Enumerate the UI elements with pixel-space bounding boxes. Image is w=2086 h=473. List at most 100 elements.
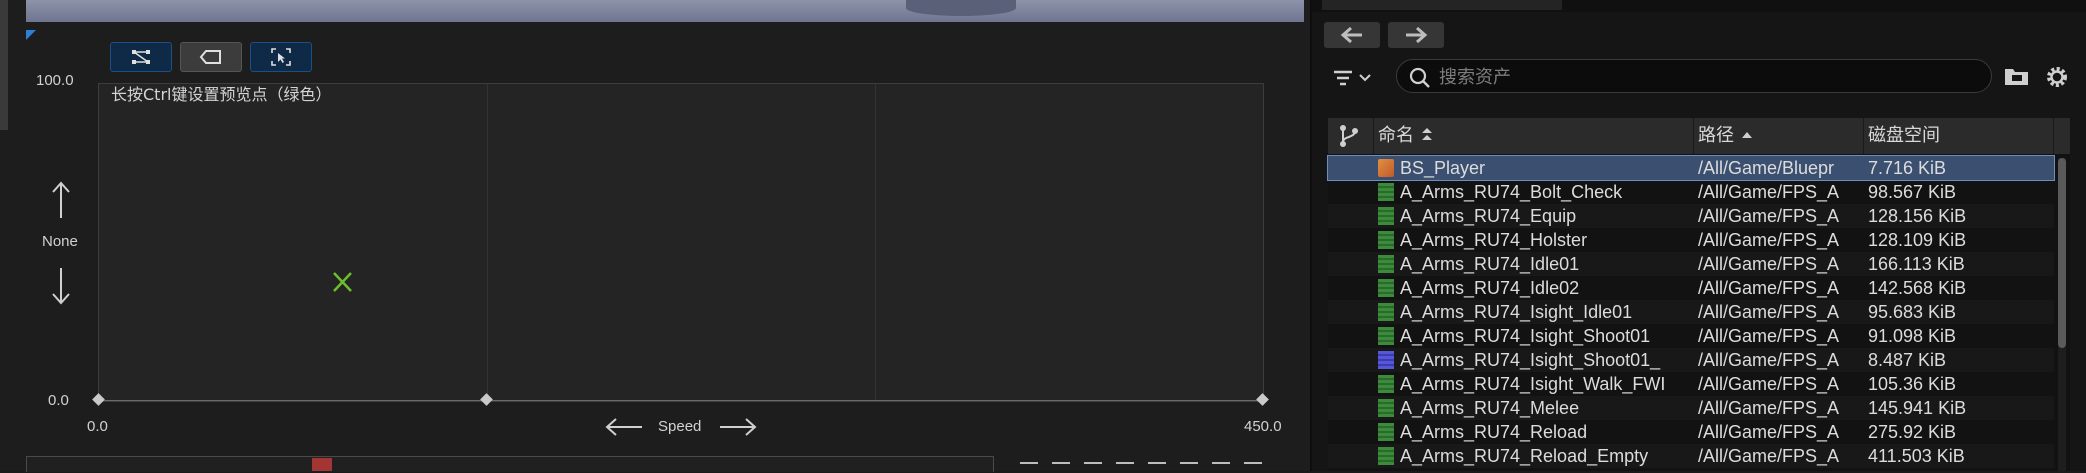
- asset-path: /All/Game/FPS_A: [1698, 398, 1840, 418]
- table-row[interactable]: A_Arms_RU74_Equip/All/Game/FPS_A 128.156 …: [1328, 204, 2054, 228]
- asset-size: 145.941 KiB: [1868, 398, 1967, 418]
- asset-name: A_Arms_RU74_Isight_Walk_FWI: [1400, 374, 1666, 394]
- asset-rows: BS_Player/All/Game/Bluepr 7.716 KiB A_Arms…: [1327, 155, 2055, 468]
- folder-icon[interactable]: [2004, 66, 2030, 86]
- left-panel-edge: [0, 0, 8, 130]
- table-row[interactable]: A_Arms_RU74_Holster/All/Game/FPS_A 128.10…: [1328, 228, 2054, 252]
- asset-name: A_Arms_RU74_Isight_Idle01: [1400, 302, 1633, 322]
- branch-icon: [1340, 125, 1358, 147]
- asset-name: A_Arms_RU74_Idle01: [1400, 254, 1580, 274]
- preview-viewport[interactable]: [26, 0, 1304, 22]
- show-triangulation-button[interactable]: [110, 42, 172, 72]
- play-reverse-icon[interactable]: [1084, 462, 1102, 473]
- y-axis-min-label: 0.0: [48, 392, 69, 409]
- anim-sequence-icon: [1378, 375, 1394, 393]
- anim-montage-icon: [1378, 351, 1394, 369]
- gear-icon[interactable]: [2044, 64, 2070, 90]
- playback-controls: [1020, 462, 1262, 473]
- arrow-right-icon: [720, 418, 757, 436]
- corner-marker: [26, 30, 36, 40]
- asset-size: 128.109 KiB: [1868, 230, 1967, 250]
- table-row[interactable]: BS_Player/All/Game/Bluepr 7.716 KiB: [1327, 155, 2055, 181]
- table-row[interactable]: A_Arms_RU74_Idle01/All/Game/FPS_A 166.113…: [1328, 252, 2054, 276]
- search-icon: [1409, 67, 1430, 88]
- anim-sequence-icon: [1378, 399, 1394, 417]
- asset-size: 8.487 KiB: [1868, 350, 1947, 370]
- step-forward-icon[interactable]: [1180, 462, 1198, 473]
- asset-table: 命名 路径 磁盘空间 BS_Player/All/Game/Bluepr 7.71…: [1327, 118, 2070, 471]
- asset-size: 166.113 KiB: [1868, 254, 1965, 274]
- scrollbar[interactable]: [2058, 158, 2066, 471]
- table-header: 命名 路径 磁盘空间: [1328, 118, 2070, 154]
- browser-tab[interactable]: [1322, 0, 1562, 10]
- asset-size: 275.92 KiB: [1868, 422, 1957, 442]
- asset-path: /All/Game/FPS_A: [1698, 278, 1840, 298]
- navigation-bar: [1312, 18, 2086, 52]
- grid-line: [875, 84, 876, 401]
- arrow-left-icon: [1340, 26, 1362, 44]
- table-row[interactable]: A_Arms_RU74_Isight_Walk_FWI/All/Game/FPS…: [1328, 372, 2054, 396]
- arrow-up-icon: [52, 181, 70, 218]
- skip-start-icon[interactable]: [1020, 462, 1038, 473]
- column-size-label: 磁盘空间: [1868, 125, 1940, 146]
- asset-path: /All/Game/FPS_A: [1698, 230, 1840, 250]
- asset-name: A_Arms_RU74_Idle02: [1400, 278, 1580, 298]
- fit-view-button[interactable]: [250, 42, 312, 72]
- x-axis-max-label: 450.0: [1244, 418, 1282, 435]
- search-box[interactable]: [1396, 59, 1992, 94]
- source-control-column[interactable]: [1328, 118, 1374, 154]
- column-header-size[interactable]: 磁盘空间: [1864, 118, 2054, 154]
- play-icon[interactable]: [1148, 462, 1166, 473]
- show-labels-button[interactable]: [180, 42, 242, 72]
- asset-type-cell: [1378, 324, 1396, 348]
- asset-size: 91.098 KiB: [1868, 326, 1957, 346]
- asset-path: /All/Game/FPS_A: [1698, 182, 1840, 202]
- arrow-down-icon: [52, 268, 70, 305]
- grid-line: [487, 84, 488, 401]
- asset-type-cell: [1378, 228, 1396, 252]
- column-name-label: 命名: [1378, 125, 1414, 146]
- asset-type-cell: [1378, 444, 1396, 468]
- blend-space-grid[interactable]: [98, 83, 1264, 402]
- asset-type-cell: [1378, 156, 1396, 180]
- asset-type-cell: [1378, 348, 1396, 372]
- table-row[interactable]: A_Arms_RU74_Melee/All/Game/FPS_A 145.941 …: [1328, 396, 2054, 420]
- asset-name: A_Arms_RU74_Reload_Empty: [1400, 446, 1649, 466]
- column-header-name[interactable]: 命名: [1374, 118, 1694, 154]
- back-button[interactable]: [1324, 22, 1380, 48]
- table-row[interactable]: A_Arms_RU74_Isight_Shoot01_ /All/Game/FPS…: [1328, 348, 2054, 372]
- skip-end-icon[interactable]: [1212, 462, 1230, 473]
- scrollbar-thumb[interactable]: [2058, 158, 2066, 348]
- column-header-path[interactable]: 路径: [1694, 118, 1864, 154]
- filter-bar: [1312, 58, 2086, 98]
- forward-button[interactable]: [1388, 22, 1444, 48]
- table-row[interactable]: A_Arms_RU74_Isight_Idle01/All/Game/FPS_A…: [1328, 300, 2054, 324]
- asset-name: A_Arms_RU74_Isight_Shoot01_: [1400, 350, 1661, 370]
- timeline-track[interactable]: [26, 456, 994, 472]
- column-path-label: 路径: [1698, 125, 1734, 146]
- filter-button[interactable]: [1332, 64, 1372, 92]
- search-input[interactable]: [1437, 60, 1981, 94]
- table-row[interactable]: A_Arms_RU74_Reload_Empty/All/Game/FPS_A 4…: [1328, 444, 2054, 468]
- timeline-playhead[interactable]: [312, 458, 332, 471]
- asset-name: A_Arms_RU74_Bolt_Check: [1400, 182, 1623, 202]
- loop-icon[interactable]: [1244, 462, 1262, 473]
- anim-sequence-icon: [1378, 423, 1394, 441]
- asset-name: A_Arms_RU74_Reload: [1400, 422, 1588, 442]
- table-row[interactable]: A_Arms_RU74_Isight_Shoot01/All/Game/FPS_…: [1328, 324, 2054, 348]
- asset-path: /All/Game/Bluepr: [1698, 158, 1835, 178]
- preview-sample-icon[interactable]: [329, 271, 357, 293]
- asset-path: /All/Game/FPS_A: [1698, 326, 1840, 346]
- table-row[interactable]: A_Arms_RU74_Reload/All/Game/FPS_A 275.92 …: [1328, 420, 2054, 444]
- table-row[interactable]: A_Arms_RU74_Idle02/All/Game/FPS_A 142.568…: [1328, 276, 2054, 300]
- table-row[interactable]: A_Arms_RU74_Bolt_Check/All/Game/FPS_A 98.…: [1328, 180, 2054, 204]
- anim-sequence-icon: [1378, 207, 1394, 225]
- asset-path: /All/Game/FPS_A: [1698, 254, 1840, 274]
- asset-name: A_Arms_RU74_Melee: [1400, 398, 1580, 418]
- y-axis-max-label: 100.0: [36, 72, 74, 89]
- record-icon[interactable]: [1116, 462, 1134, 473]
- step-back-icon[interactable]: [1052, 462, 1070, 473]
- label-icon: [199, 50, 221, 64]
- asset-size: 128.156 KiB: [1868, 206, 1967, 226]
- anim-sequence-icon: [1378, 279, 1394, 297]
